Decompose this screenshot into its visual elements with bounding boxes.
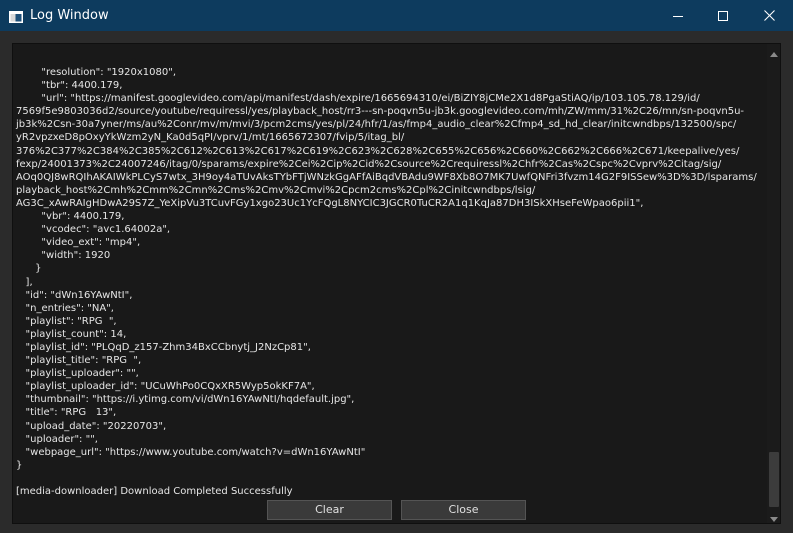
close-icon (763, 10, 775, 21)
scrollbar-thumb[interactable] (769, 452, 779, 507)
log-line: [media-downloader] Download Completed Su… (16, 486, 293, 497)
log-line: "uploader": "", (16, 433, 98, 445)
log-output[interactable]: "resolution": "1920x1080", "tbr": 4400.1… (12, 43, 781, 524)
log-line: "width": 1920 (16, 250, 111, 262)
log-line: "id": "dWn16YAwNtI", (16, 289, 133, 301)
dialog-body: "resolution": "1920x1080", "tbr": 4400.1… (0, 31, 793, 533)
log-line: 7569f5e9803036d2/source/youtube/requires… (16, 106, 745, 118)
log-line: AG3C_xAwRAIgHDwA29S7Z_YeXipVu3TCuvFGy1xg… (16, 197, 644, 209)
log-line: } (16, 263, 42, 275)
scroll-up-arrow-icon (770, 44, 778, 61)
log-line: "title": "RPG 13", (16, 407, 117, 419)
scroll-up-button[interactable] (767, 44, 780, 61)
log-line: 376%2C377%2C384%2C385%2C612%2C613%2C617%… (16, 145, 740, 157)
log-line: "playlist_uploader_id": "UCuWhPo0CQxXR5W… (16, 381, 315, 393)
log-line: "playlist_id": "PLQqD_z157-Zhm34BxCCbnyt… (16, 341, 311, 353)
log-line: "playlist": "RPG ", (16, 315, 117, 327)
log-text: "resolution": "1920x1080", "tbr": 4400.1… (16, 66, 761, 498)
clear-button[interactable]: Clear (267, 500, 392, 520)
log-line: "vcodec": "avc1.64002a", (16, 224, 171, 236)
log-line: yR2vpzxeD8pOxyYkWzm2yN_Ka0d5qPI/vprv/1/m… (16, 132, 405, 144)
close-button[interactable]: Close (401, 500, 526, 520)
scroll-down-button[interactable] (767, 507, 780, 524)
log-line: "thumbnail": "https://i.ytimg.com/vi/dWn… (16, 394, 355, 406)
log-line: "upload_date": "20220703", (16, 420, 167, 432)
log-line: "vbr": 4400.179, (16, 211, 125, 223)
vertical-scrollbar[interactable] (767, 44, 780, 524)
log-line: "playlist_title": "RPG ", (16, 355, 142, 367)
log-line: } (16, 459, 23, 471)
maximize-button[interactable] (700, 0, 746, 31)
log-line: "tbr": 4400.179, (16, 80, 123, 92)
window-icon (9, 8, 23, 23)
log-line: "resolution": "1920x1080", (16, 67, 177, 78)
log-line: "playlist_uploader": "", (16, 368, 139, 380)
minimize-button[interactable] (655, 0, 701, 31)
log-line: ], (16, 276, 33, 288)
log-line: "n_entries": "NA", (16, 302, 114, 314)
log-line: jb3k%2Csn-30a7yner/ms/au%2Conr/mv/m/mvi/… (16, 119, 737, 131)
maximize-icon (718, 10, 728, 21)
close-window-button[interactable] (746, 0, 792, 31)
log-line: "playlist_count": 14, (16, 328, 127, 340)
log-line: fexp/24001373%2C24007246/itag/0/sparams/… (16, 158, 722, 170)
minimize-icon (673, 11, 683, 21)
log-line: "url": "https://manifest.googlevideo.com… (16, 93, 700, 105)
log-line: playback_host%2Cmh%2Cmm%2Cmn%2Cms%2Cmv%2… (16, 184, 536, 196)
log-line: AOq0QJ8wRQIhAKAIWkPLCyS7wtx_3H9oy4aTUvAk… (16, 171, 757, 183)
log-line: "webpage_url": "https://www.youtube.com/… (16, 446, 366, 458)
scroll-down-arrow-icon (770, 507, 778, 524)
log-line: "video_ext": "mp4", (16, 237, 141, 249)
title-bar: Log Window (0, 0, 793, 31)
window-title: Log Window (30, 8, 109, 23)
